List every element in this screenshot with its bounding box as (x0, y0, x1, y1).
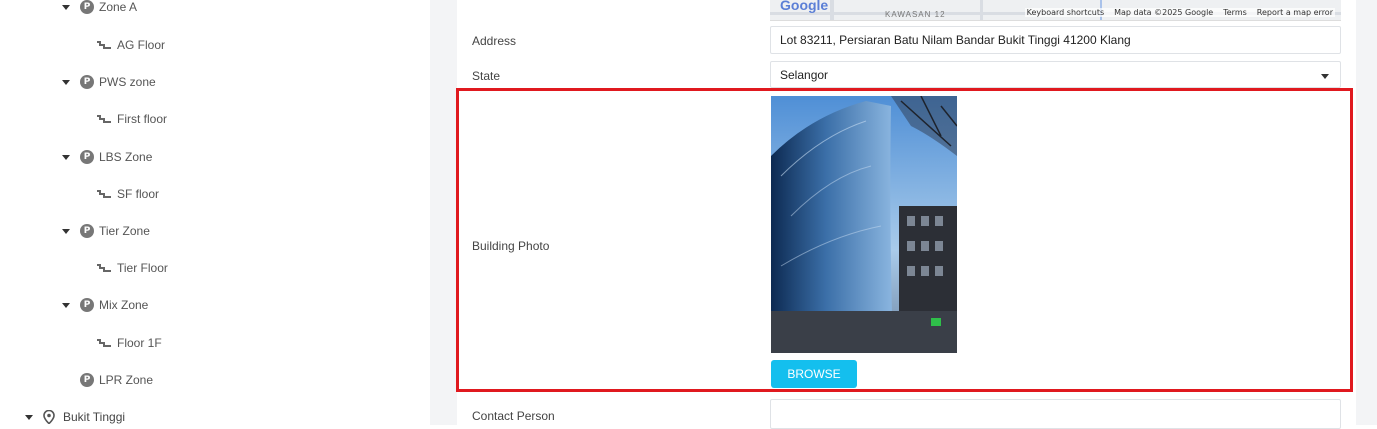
floor-icon (97, 115, 111, 123)
caret-down-icon[interactable] (62, 301, 70, 309)
caret-down-icon[interactable] (62, 227, 70, 235)
map-data-attribution: Map data ©2025 Google (1114, 8, 1214, 17)
tree-item-ag-floor[interactable]: AG Floor (96, 38, 165, 52)
tree-item-label: LBS Zone (99, 150, 153, 164)
caret-down-icon[interactable] (62, 3, 70, 11)
state-label: State (472, 69, 501, 83)
tree-item-label: Zone A (99, 0, 138, 14)
address-label: Address (472, 34, 517, 48)
address-value: Lot 83211, Persiaran Batu Nilam Bandar B… (780, 33, 1131, 47)
state-select[interactable]: Selangor (770, 61, 1341, 88)
tree-item-lpr-zone[interactable]: P LPR Zone (80, 373, 153, 387)
tree-item-label: Bukit Tinggi (63, 410, 126, 424)
google-logo: Google (780, 0, 829, 13)
tree-item-label: Mix Zone (99, 298, 149, 312)
tree-item-zone-a[interactable]: P Zone A (62, 0, 137, 14)
map-footer: Keyboard shortcuts Map data ©2025 Google… (1024, 8, 1335, 17)
state-value: Selangor (780, 67, 829, 82)
chevron-down-icon (1321, 74, 1329, 79)
floor-icon (97, 41, 111, 49)
keyboard-shortcuts-link[interactable]: Keyboard shortcuts (1027, 8, 1104, 17)
parking-icon: P (80, 75, 94, 89)
terms-link[interactable]: Terms (1223, 8, 1247, 17)
tree-item-tier-floor[interactable]: Tier Floor (96, 261, 168, 275)
tree-item-floor-1f[interactable]: Floor 1F (96, 336, 162, 350)
highlight-box (456, 88, 1353, 392)
tree-item-first-floor[interactable]: First floor (96, 112, 167, 126)
map-area-label: KAWASAN 12 (885, 10, 946, 19)
caret-down-icon[interactable] (25, 413, 33, 421)
site-tree: P Zone A AG Floor P PWS zone First floor… (0, 0, 430, 425)
parking-icon: P (80, 0, 94, 14)
caret-down-icon[interactable] (62, 153, 70, 161)
parking-icon: P (80, 150, 94, 164)
contact-person-label: Contact Person (472, 409, 555, 423)
tree-item-label: Tier Zone (99, 224, 150, 238)
tree-item-label: LPR Zone (99, 373, 154, 387)
map-road (980, 0, 983, 20)
panel-gutter-right (1356, 0, 1377, 425)
tree-item-pws-zone[interactable]: P PWS zone (62, 75, 156, 89)
tree-item-sf-floor[interactable]: SF floor (96, 187, 159, 201)
tree-item-label: AG Floor (117, 38, 166, 52)
tree-item-mix-zone[interactable]: P Mix Zone (62, 298, 148, 312)
parking-icon: P (80, 298, 94, 312)
parking-icon: P (80, 224, 94, 238)
tree-item-lbs-zone[interactable]: P LBS Zone (62, 150, 152, 164)
map-embed[interactable]: Google KAWASAN 12 Keyboard shortcuts Map… (770, 0, 1341, 21)
tree-item-label: SF floor (117, 187, 160, 201)
caret-down-icon[interactable] (62, 78, 70, 86)
tree-item-tier-zone[interactable]: P Tier Zone (62, 224, 150, 238)
parking-icon: P (80, 373, 94, 387)
tree-item-label: Floor 1F (117, 336, 162, 350)
floor-icon (97, 190, 111, 198)
tree-item-label: First floor (117, 112, 168, 126)
tree-item-label: Tier Floor (117, 261, 168, 275)
report-map-error-link[interactable]: Report a map error (1257, 8, 1333, 17)
panel-gutter-left (430, 0, 457, 425)
address-field[interactable]: Lot 83211, Persiaran Batu Nilam Bandar B… (770, 26, 1341, 54)
tree-item-bukit-tinggi[interactable]: Bukit Tinggi (25, 410, 125, 424)
map-road (830, 0, 834, 20)
tree-item-label: PWS zone (99, 75, 156, 89)
floor-icon (97, 339, 111, 347)
floor-icon (97, 264, 111, 272)
location-pin-icon (43, 410, 55, 424)
